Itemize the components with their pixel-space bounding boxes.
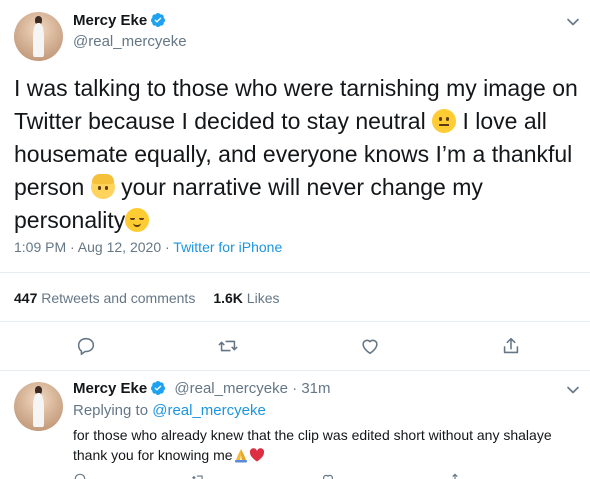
retweets-count: 447 [14, 290, 38, 306]
share-icon[interactable] [448, 472, 462, 479]
tweet-text: I was talking to those who were tarnishi… [14, 72, 584, 237]
avatar[interactable] [14, 12, 63, 61]
blond-person-icon [90, 174, 115, 199]
share-icon[interactable] [500, 335, 522, 357]
verified-badge-icon [151, 13, 166, 27]
tweet-source-link[interactable]: Twitter for iPhone [173, 239, 282, 255]
heart-icon[interactable] [359, 335, 381, 357]
author-name[interactable]: Mercy Eke [73, 12, 166, 29]
chevron-down-icon[interactable] [566, 15, 580, 29]
likes-count: 1.6K [213, 290, 243, 306]
relieved-face-icon [125, 208, 150, 232]
reply-actions [73, 472, 573, 479]
replying-to: Replying to @real_mercyeke [73, 402, 266, 419]
author-name-text[interactable]: Mercy Eke [73, 12, 147, 29]
neutral-face-icon [432, 109, 457, 133]
retweets-label: Retweets and comments [41, 290, 196, 306]
red-heart-icon [249, 448, 264, 462]
reply-tweet-text: for those who already knew that the clip… [73, 425, 563, 465]
divider [0, 370, 590, 371]
divider [0, 272, 590, 273]
folded-hands-icon [234, 449, 247, 463]
tweet-timestamp[interactable]: 1:09 PM · Aug 12, 2020 · [14, 239, 173, 255]
heart-icon[interactable] [321, 472, 335, 479]
tweet-stats: 447 Retweets and comments 1.6K Likes [14, 290, 279, 306]
reply-text-body: for those who already knew that the clip… [73, 427, 552, 463]
reply-icon[interactable] [73, 472, 87, 479]
reply-author-name[interactable]: Mercy Eke [73, 380, 147, 397]
reply-icon[interactable] [75, 335, 97, 357]
likes-stat[interactable]: 1.6K Likes [213, 290, 279, 306]
retweet-icon[interactable] [191, 472, 205, 479]
replying-to-label: Replying to [73, 402, 153, 419]
reply-avatar[interactable] [14, 382, 63, 431]
retweets-stat[interactable]: 447 Retweets and comments [14, 290, 195, 306]
retweet-icon[interactable] [217, 335, 239, 357]
author-handle[interactable]: @real_mercyeke [73, 33, 187, 50]
reply-handle-time[interactable]: @real_mercyeke · 31m [174, 380, 330, 397]
verified-badge-icon [151, 381, 166, 395]
replying-to-handle-link[interactable]: @real_mercyeke [152, 402, 266, 419]
tweet-thread: Mercy Eke @real_mercyeke I was talking t… [0, 0, 590, 479]
likes-label: Likes [246, 290, 280, 306]
divider [0, 321, 590, 322]
tweet-meta: 1:09 PM · Aug 12, 2020 · Twitter for iPh… [14, 239, 282, 255]
chevron-down-icon[interactable] [566, 383, 580, 397]
reply-header: Mercy Eke @real_mercyeke · 31m [73, 380, 331, 397]
